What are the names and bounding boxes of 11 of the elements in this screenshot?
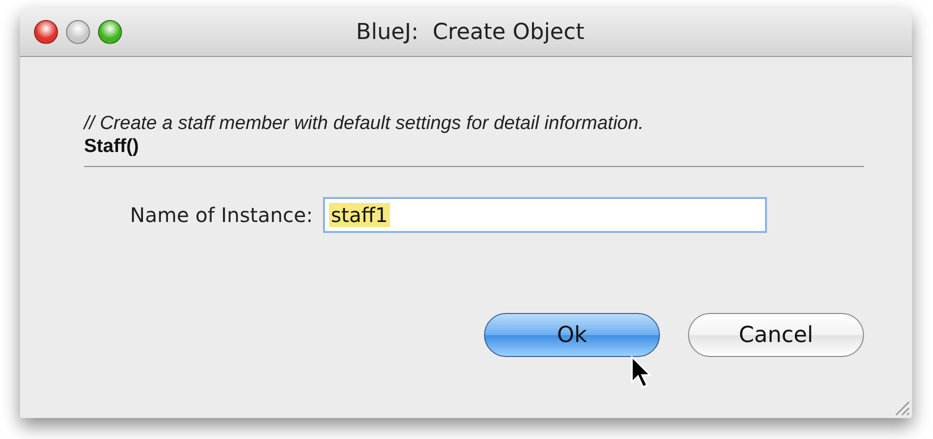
constructor-signature: Staff() [84,136,140,158]
close-button[interactable] [34,20,58,44]
dialog-button[interactable]: Cancel [688,313,864,357]
description-text: // Create a staff member with default settings for detail information. [84,113,645,135]
minimize-button[interactable] [66,20,90,44]
field-label: Name of Instance: [130,203,313,227]
zoom-button[interactable] [98,20,122,44]
default-button[interactable]: Ok [484,313,660,357]
instance-name-field[interactable]: staff1 [322,197,767,233]
mouse-pointer-icon [630,355,652,389]
window-title: BlueJ: Create Object [356,20,584,44]
